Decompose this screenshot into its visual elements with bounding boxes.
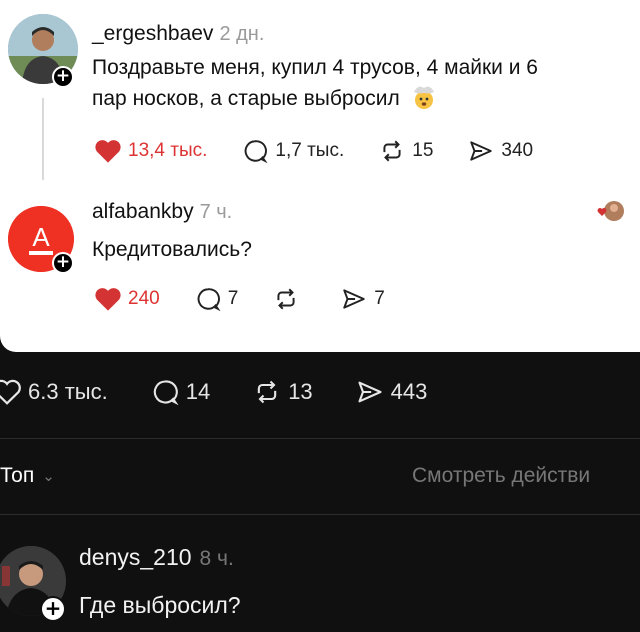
repost-button[interactable]: 13 — [252, 378, 313, 406]
chevron-down-icon: ⌄ — [42, 468, 55, 485]
share-button[interactable]: 340 — [467, 138, 533, 164]
send-icon — [343, 289, 366, 309]
thread-connector-line — [42, 98, 44, 180]
embedded-post-card[interactable]: + _ergeshbaev 2 дн. Поздравьте меня, купи… — [0, 0, 640, 352]
comment-bubble-icon — [153, 380, 179, 406]
repost-icon — [383, 140, 401, 162]
heart-filled-icon — [95, 288, 121, 311]
follow-plus-icon[interactable]: + — [40, 596, 66, 622]
comment-button[interactable]: 1,7 тыс. — [241, 138, 344, 164]
comment-bubble-icon — [197, 288, 221, 312]
repost-icon — [257, 380, 277, 404]
sort-dropdown[interactable]: Топ ⌄ — [0, 464, 55, 488]
liked-by-author-badge-icon — [597, 201, 624, 221]
replies-sort-row: Топ ⌄ Смотреть действи — [0, 460, 640, 496]
follow-plus-icon[interactable]: + — [52, 66, 74, 88]
post-stats-row: 13,4 тыс. 1,7 тыс. 15 340 — [94, 138, 567, 164]
comment-author-name[interactable]: denys_210 8 ч. — [79, 544, 234, 571]
share-button[interactable]: 443 — [355, 378, 427, 406]
alfa-logo-letter: А — [32, 222, 50, 252]
post-text: Поздравьте меня, купил 4 трусов, 4 майки… — [92, 56, 538, 110]
like-button[interactable]: 13,4 тыс. — [94, 138, 207, 164]
view-activity-link[interactable]: Смотреть действи — [412, 464, 590, 488]
share-button[interactable]: 7 — [340, 286, 385, 312]
exploding-head-emoji-icon — [413, 86, 434, 109]
reply-time: 7 ч. — [199, 201, 233, 223]
send-icon — [470, 141, 493, 161]
comment-time: 8 ч. — [199, 547, 234, 570]
comment-button[interactable]: 7 — [194, 286, 238, 312]
reply-stats-row: 240 7 7 — [94, 286, 419, 312]
heart-outline-icon — [0, 379, 21, 405]
follow-plus-icon[interactable]: + — [52, 252, 74, 274]
post-time: 2 дн. — [219, 23, 265, 45]
like-button[interactable]: 240 — [94, 286, 160, 312]
like-button[interactable]: 6.3 тыс. — [0, 378, 108, 406]
repost-icon — [277, 288, 295, 310]
comment-text: Где выбросил? — [79, 592, 241, 618]
reply-text: Кредитовались? — [92, 238, 252, 261]
heart-filled-icon — [95, 140, 121, 163]
repost-button[interactable] — [272, 286, 306, 312]
post-author-name[interactable]: _ergeshbaev 2 дн. — [92, 22, 264, 46]
divider — [0, 514, 640, 515]
send-icon — [358, 381, 382, 403]
outer-post-stats-row: 6.3 тыс. 14 13 443 — [0, 378, 469, 406]
divider — [0, 438, 640, 439]
reply-author-name[interactable]: alfabankby 7 ч. — [92, 200, 232, 224]
comment-bubble-icon — [245, 140, 269, 164]
comment-button[interactable]: 14 — [150, 378, 210, 406]
repost-button[interactable]: 15 — [378, 138, 433, 164]
